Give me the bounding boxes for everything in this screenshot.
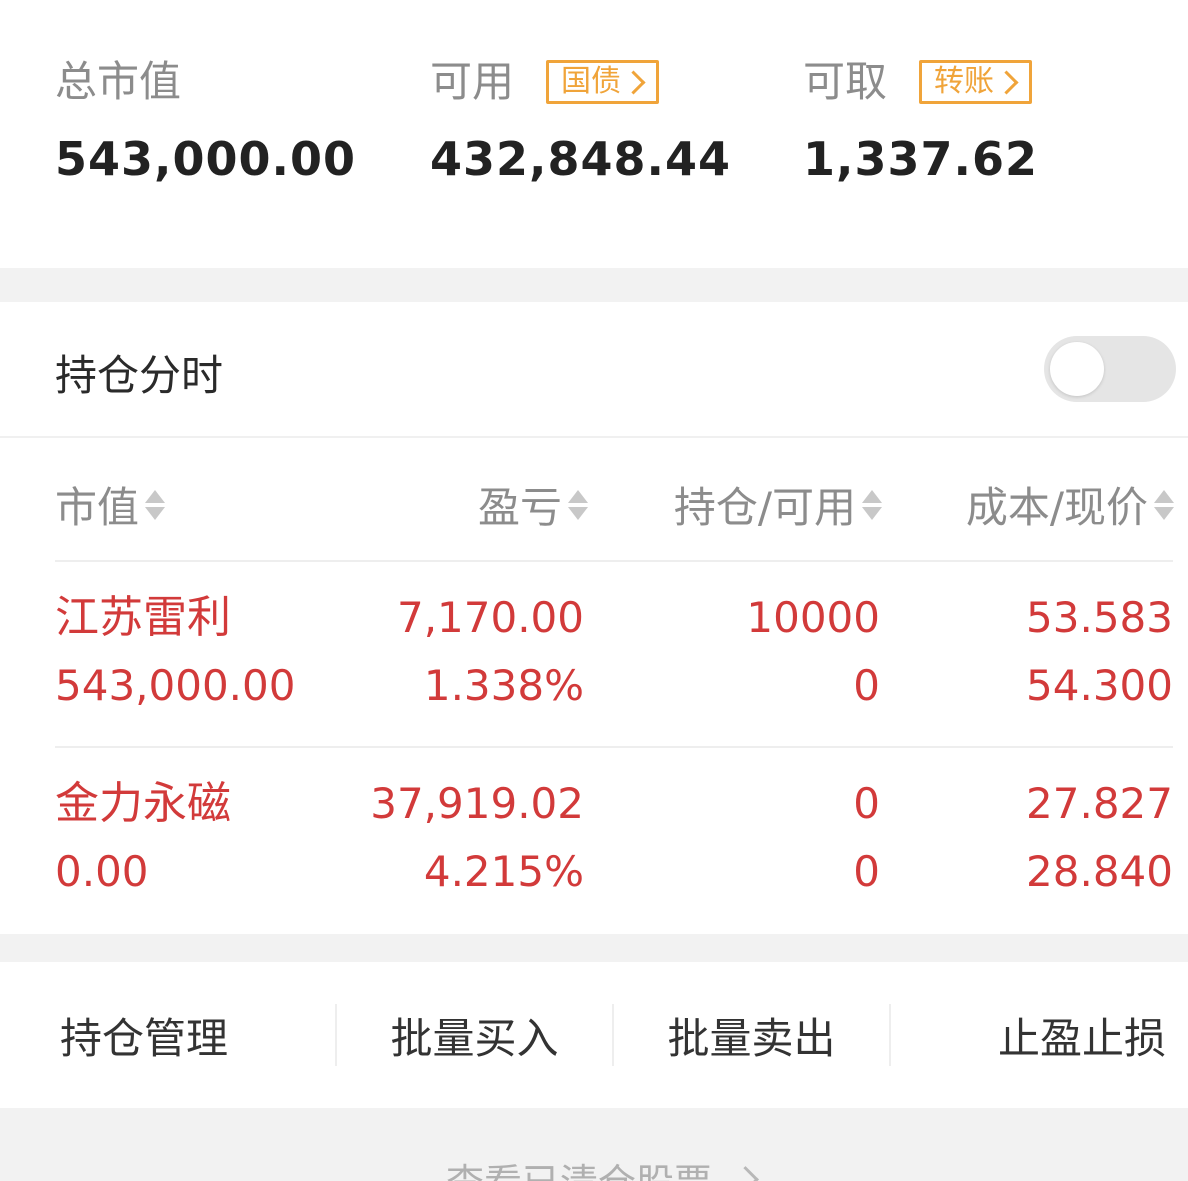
view-cleared-stocks-link[interactable]: 查看已清仓股票 bbox=[446, 1152, 759, 1181]
sort-icon bbox=[1154, 489, 1174, 520]
position-timeline-toggle[interactable] bbox=[1044, 336, 1176, 402]
available-label: 可用 bbox=[430, 57, 515, 106]
section-divider bbox=[0, 934, 1188, 962]
stock-market-value: 0.00 bbox=[55, 847, 149, 896]
take-profit-stop-loss-button[interactable]: 止盈止损 bbox=[891, 962, 1188, 1108]
column-header-label: 持仓/可用 bbox=[673, 483, 856, 532]
withdrawable-funds: 可取 转账 1,337.62 bbox=[803, 52, 1038, 186]
stock-pnl: 37,919.02 bbox=[370, 779, 584, 828]
available-amount: 432,848.44 bbox=[430, 132, 732, 186]
stock-name: 金力永磁 bbox=[55, 778, 231, 829]
chevron-right-icon bbox=[732, 1166, 759, 1181]
position-timeline-row: 持仓分时 bbox=[0, 302, 1188, 438]
action-bar: 持仓管理 批量买入 批量卖出 止盈止损 bbox=[0, 962, 1188, 1108]
holdings-page: 总市值 543,000.00 可用 国债 432,848.44 可取 转账 1,… bbox=[0, 0, 1188, 1181]
stock-pnl: 7,170.00 bbox=[396, 593, 584, 642]
stock-price: 28.840 bbox=[1026, 847, 1173, 896]
column-header-position[interactable]: 持仓/可用 bbox=[674, 474, 882, 535]
batch-sell-button[interactable]: 批量卖出 bbox=[614, 962, 889, 1108]
treasury-bond-button[interactable]: 国债 bbox=[546, 60, 660, 104]
view-cleared-stocks-label: 查看已清仓股票 bbox=[446, 1152, 712, 1181]
chevron-right-icon bbox=[994, 69, 1019, 95]
sort-icon bbox=[568, 489, 588, 520]
withdrawable-amount: 1,337.62 bbox=[803, 132, 1038, 186]
transfer-label: 转账 bbox=[934, 64, 995, 99]
column-header-pnl[interactable]: 盈亏 bbox=[478, 474, 588, 535]
table-row[interactable]: 江苏雷利 543,000.00 7,170.00 1.338% 10000 0 … bbox=[0, 562, 1188, 748]
batch-buy-button[interactable]: 批量买入 bbox=[337, 962, 612, 1108]
stock-position: 0 bbox=[853, 779, 880, 828]
position-timeline-label: 持仓分时 bbox=[55, 351, 224, 400]
total-market-value-label: 总市值 bbox=[55, 57, 182, 106]
holdings-table-header: 市值 盈亏 持仓/可用 成本/现价 bbox=[0, 438, 1188, 560]
withdrawable-label: 可取 bbox=[803, 57, 888, 106]
stock-position: 10000 bbox=[746, 593, 880, 642]
section-divider bbox=[0, 268, 1188, 302]
stock-cost: 27.827 bbox=[1026, 779, 1173, 828]
chevron-right-icon bbox=[621, 69, 646, 95]
column-header-label: 市值 bbox=[55, 483, 140, 532]
column-header-label: 盈亏 bbox=[477, 483, 562, 532]
sort-icon bbox=[862, 489, 882, 520]
account-summary: 总市值 543,000.00 可用 国债 432,848.44 可取 转账 1,… bbox=[0, 0, 1188, 268]
stock-available: 0 bbox=[853, 661, 880, 710]
toggle-knob bbox=[1050, 342, 1104, 396]
stock-market-value: 543,000.00 bbox=[55, 661, 296, 710]
transfer-button[interactable]: 转账 bbox=[919, 60, 1033, 104]
column-header-market-value[interactable]: 市值 bbox=[55, 474, 166, 535]
total-market-value-amount: 543,000.00 bbox=[55, 132, 357, 186]
total-market-value: 总市值 543,000.00 bbox=[55, 52, 356, 186]
treasury-bond-label: 国债 bbox=[561, 64, 622, 99]
stock-cost: 53.583 bbox=[1026, 593, 1173, 642]
stock-pnl-percent: 4.215% bbox=[423, 847, 584, 896]
column-header-cost-price[interactable]: 成本/现价 bbox=[966, 474, 1174, 535]
stock-name: 江苏雷利 bbox=[55, 592, 231, 643]
table-row[interactable]: 金力永磁 0.00 37,919.02 4.215% 0 0 27.827 28… bbox=[0, 748, 1188, 934]
footer-area: 查看已清仓股票 bbox=[0, 1108, 1188, 1181]
stock-available: 0 bbox=[853, 847, 880, 896]
position-management-button[interactable]: 持仓管理 bbox=[0, 962, 335, 1108]
stock-pnl-percent: 1.338% bbox=[423, 661, 584, 710]
sort-icon bbox=[145, 489, 166, 520]
available-funds: 可用 国债 432,848.44 bbox=[430, 52, 731, 186]
column-header-label: 成本/现价 bbox=[965, 483, 1148, 532]
stock-price: 54.300 bbox=[1026, 661, 1173, 710]
